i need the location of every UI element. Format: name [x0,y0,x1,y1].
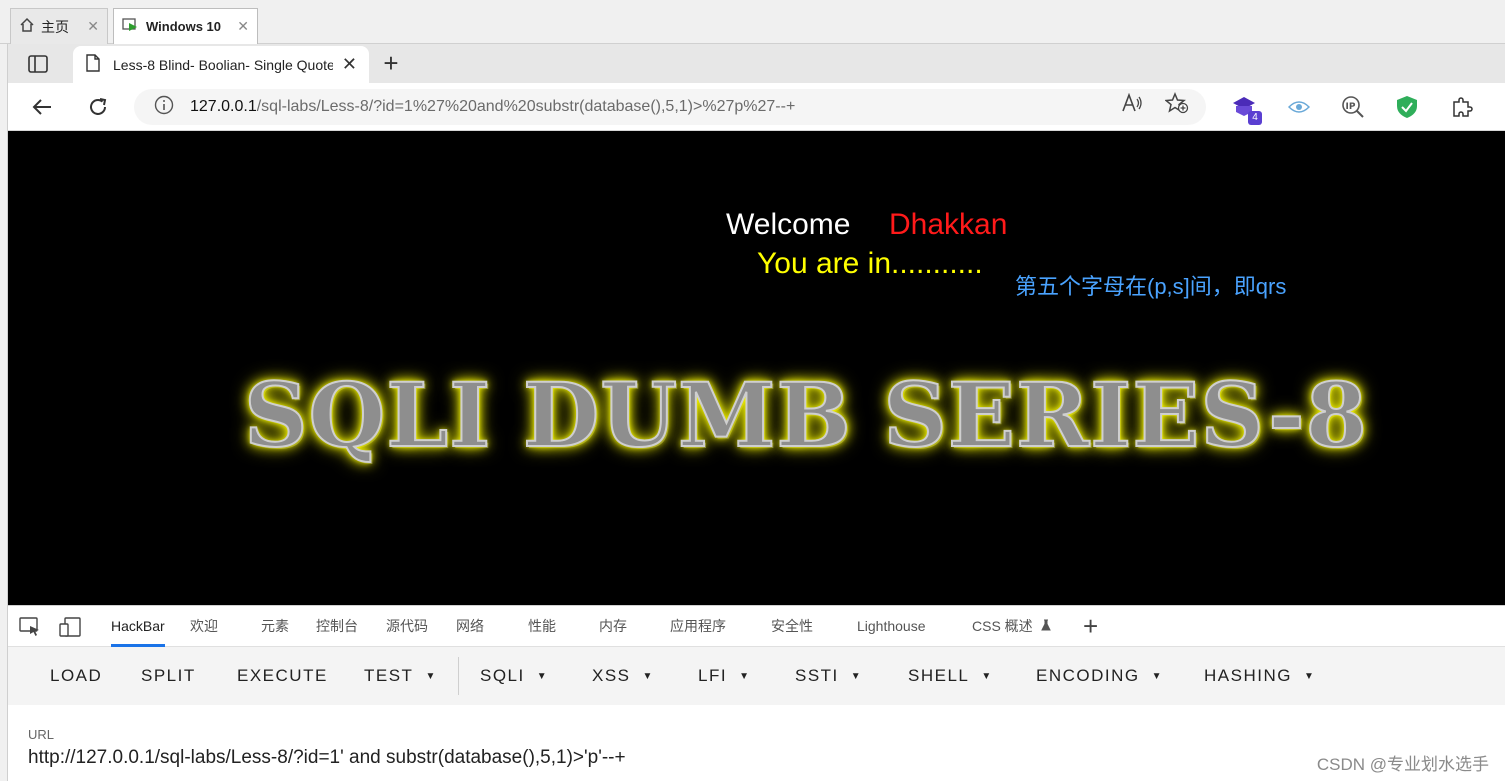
css-overview-label: CSS 概述 [972,618,1033,634]
hackbar-sqli-menu[interactable]: SQLI ▼ [480,647,548,705]
vm-tab-windows10[interactable]: Windows 10 ✕ [113,8,258,44]
devtools-tab-welcome[interactable]: 欢迎 [190,606,218,647]
hackbar-ssti-label: SSTI [795,666,839,685]
tab-actions-icon[interactable] [20,51,56,77]
hackbar-toolbar: LOAD SPLIT EXECUTE TEST ▼ SQLI ▼ XSS ▼ LFI ▼… [8,647,1505,705]
hackbar-split-button[interactable]: SPLIT [141,647,196,705]
eye-extension-icon[interactable] [1285,93,1313,121]
devtools-tab-bar: HackBar 欢迎 元素 控制台 源代码 网络 性能 内存 应用程序 安全性 … [8,605,1505,647]
toolbar-divider [458,657,459,695]
hackbar-encoding-menu[interactable]: ENCODING ▼ [1036,647,1163,705]
annotation-note: 第五个字母在(p,s]间，即qrs [1015,274,1287,299]
add-favorite-icon[interactable] [1165,91,1189,115]
window-frame-edge [0,44,8,781]
experiment-flask-icon [1040,618,1051,634]
caret-down-icon: ▼ [981,670,993,682]
info-icon[interactable] [154,95,174,120]
close-icon[interactable]: ✕ [342,54,357,75]
devtools-tab-lighthouse[interactable]: Lighthouse [857,606,926,647]
hackbar-hashing-menu[interactable]: HASHING ▼ [1204,647,1315,705]
hackbar-encoding-label: ENCODING [1036,666,1140,685]
hackbar-lfi-label: LFI [698,666,728,685]
hackbar-sqli-label: SQLI [480,666,525,685]
user-name: Dhakkan [889,208,1008,241]
hackbar-ssti-menu[interactable]: SSTI ▼ [795,647,862,705]
home-icon [19,17,35,36]
page-icon [85,54,101,75]
hackbar-xss-label: XSS [592,666,631,685]
refresh-icon[interactable] [82,91,114,123]
devtools-tab-network[interactable]: 网络 [456,606,484,647]
hackbar-test-label: TEST [364,666,414,685]
hackbar-lfi-menu[interactable]: LFI ▼ [698,647,750,705]
device-emulation-icon[interactable] [58,616,82,638]
new-tab-icon[interactable]: + [376,49,406,79]
watermark: CSDN @专业划水选手 [1316,755,1489,774]
browser-tab-active[interactable]: Less-8 Blind- Boolian- Single Quotes- St… [73,46,369,83]
vm-tab-home-label: 主页 [41,18,69,35]
devtools-tab-hackbar[interactable]: HackBar [111,606,165,647]
shield-icon[interactable] [1393,93,1421,121]
extensions-puzzle-icon[interactable] [1448,93,1476,121]
welcome-text: Welcome [726,208,851,241]
hackbar-shell-menu[interactable]: SHELL ▼ [908,647,993,705]
series-banner: SQLI DUMB SERIES-8 [243,362,1368,468]
devtools-tab-memory[interactable]: 内存 [599,606,627,647]
devtools-tab-security[interactable]: 安全性 [771,606,813,647]
caret-down-icon: ▼ [850,670,863,682]
more-tabs-icon[interactable]: + [1083,612,1098,640]
address-bar[interactable]: 127.0.0.1/sql-labs/Less-8/?id=1%27%20and… [134,89,1206,125]
hackbar-hashing-label: HASHING [1204,666,1292,685]
svg-text:IP: IP [1346,102,1356,112]
hackbar-load-button[interactable]: LOAD [50,647,102,705]
caret-down-icon: ▼ [536,670,549,682]
devtools-tab-application[interactable]: 应用程序 [670,606,726,647]
devtools-tab-console[interactable]: 控制台 [316,606,358,647]
url-field-label: URL [28,727,55,742]
caret-down-icon: ▼ [1151,670,1164,682]
vm-running-icon [122,17,140,36]
browser-tab-title: Less-8 Blind- Boolian- Single Quotes- St… [113,56,333,73]
browser-tab-bar: Less-8 Blind- Boolian- Single Quotes- St… [8,44,1505,83]
inspect-element-icon[interactable] [18,616,42,638]
back-icon[interactable] [26,91,58,123]
url-path: /sql-labs/Less-8/?id=1%27%20and%20substr… [256,98,796,115]
caret-down-icon: ▼ [642,670,654,682]
hackbar-test-menu[interactable]: TEST ▼ [364,647,437,705]
ip-lookup-icon[interactable]: IP [1339,93,1367,121]
extension-icon[interactable]: 4 [1230,93,1262,125]
hackbar-url-panel: URL http://127.0.0.1/sql-labs/Less-8/?id… [8,705,1505,781]
login-status: You are in........... [757,247,983,280]
page-viewport: Welcome Dhakkan You are in........... 第五… [8,131,1505,605]
close-icon[interactable]: ✕ [87,18,99,35]
url-field[interactable]: http://127.0.0.1/sql-labs/Less-8/?id=1' … [28,747,626,769]
extension-badge: 4 [1248,111,1262,125]
devtools-tab-performance[interactable]: 性能 [528,606,556,647]
url-host: 127.0.0.1 [190,98,257,115]
hackbar-shell-label: SHELL [908,666,970,685]
hackbar-execute-button[interactable]: EXECUTE [237,647,328,705]
vm-tab-home[interactable]: 主页 ✕ [10,8,108,44]
vm-tab-strip: 主页 ✕ Windows 10 ✕ [0,0,1505,44]
hackbar-xss-menu[interactable]: XSS ▼ [592,647,654,705]
caret-down-icon: ▼ [739,670,751,682]
devtools-tab-elements[interactable]: 元素 [261,606,289,647]
caret-down-icon: ▼ [1303,670,1316,682]
browser-toolbar: 127.0.0.1/sql-labs/Less-8/?id=1%27%20and… [8,83,1505,131]
close-icon[interactable]: ✕ [237,18,249,35]
devtools-tab-css-overview[interactable]: CSS 概述 [972,606,1051,647]
vm-tab-windows10-label: Windows 10 [146,19,222,34]
caret-down-icon: ▼ [425,670,437,682]
devtools-tab-sources[interactable]: 源代码 [386,606,428,647]
read-aloud-icon[interactable] [1120,91,1144,115]
